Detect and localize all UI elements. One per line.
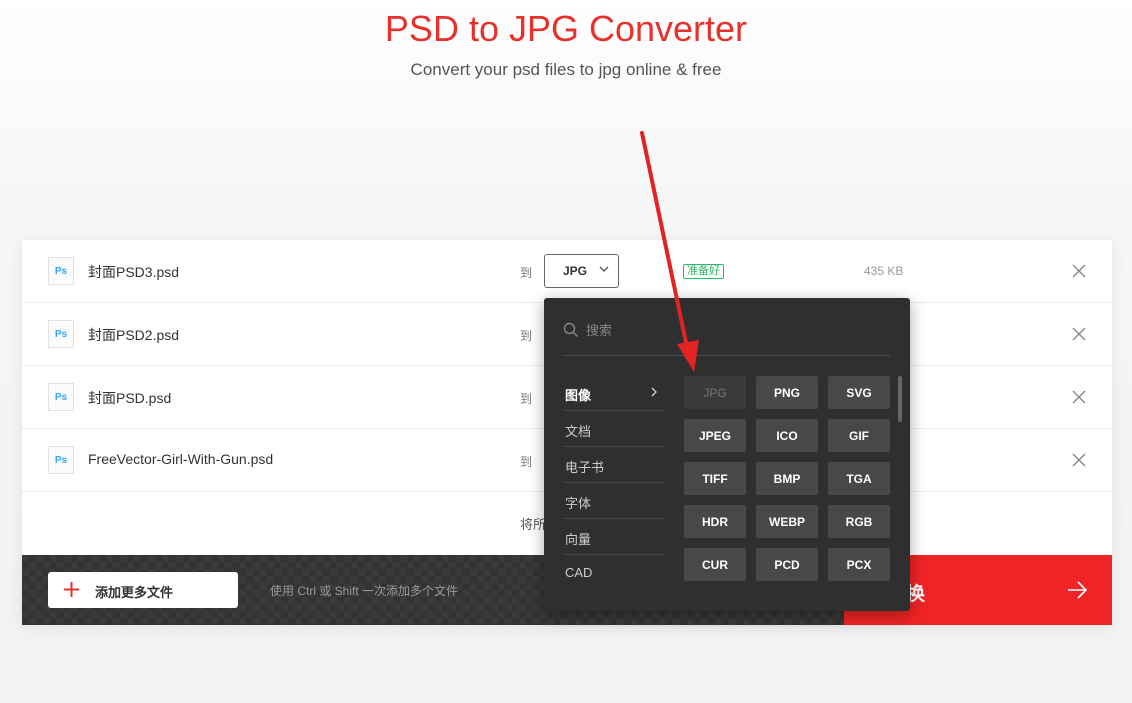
- add-files-button[interactable]: 添加更多文件: [48, 572, 238, 608]
- to-label: 到: [520, 329, 533, 343]
- photoshop-file-icon: Ps: [48, 383, 74, 411]
- file-size: 435 KB: [864, 264, 904, 278]
- dropdown-scrollbar[interactable]: [898, 376, 902, 422]
- format-option-pcd[interactable]: PCD: [756, 548, 818, 581]
- category-ebook[interactable]: 电子书: [563, 447, 664, 483]
- to-label: 到: [520, 266, 533, 280]
- close-icon[interactable]: [1071, 263, 1087, 279]
- category-label: 电子书: [565, 460, 605, 475]
- format-select[interactable]: JPG: [544, 254, 619, 288]
- convert-all-label: 将所: [520, 517, 547, 532]
- format-select-value: JPG: [563, 264, 588, 278]
- format-option-bmp[interactable]: BMP: [756, 462, 818, 495]
- format-dropdown: 图像 文档 电子书 字体 向量 CAD JPG PNG SVG JPEG ICO…: [544, 298, 910, 611]
- page-title: PSD to JPG Converter: [384, 8, 748, 49]
- to-label: 到: [520, 455, 533, 469]
- format-option-gif[interactable]: GIF: [828, 419, 890, 452]
- file-name: 封面PSD.psd: [88, 390, 172, 406]
- format-option-jpg: JPG: [684, 376, 746, 409]
- category-cad[interactable]: CAD: [563, 555, 664, 591]
- category-document[interactable]: 文档: [563, 411, 664, 447]
- arrow-right-icon: [1068, 581, 1088, 599]
- to-label: 到: [520, 392, 533, 406]
- category-font[interactable]: 字体: [563, 483, 664, 519]
- format-option-ico[interactable]: ICO: [756, 419, 818, 452]
- multi-select-hint: 使用 Ctrl 或 Shift 一次添加多个文件: [270, 584, 459, 598]
- category-label: 字体: [565, 496, 592, 511]
- format-option-jpeg[interactable]: JPEG: [684, 419, 746, 452]
- format-option-tga[interactable]: TGA: [828, 462, 890, 495]
- photoshop-file-icon: Ps: [48, 257, 74, 285]
- chevron-down-icon: [599, 266, 609, 272]
- file-row: Ps 封面PSD3.psd 到 JPG 准备好 435 KB: [22, 240, 1112, 303]
- category-image[interactable]: 图像: [563, 375, 664, 411]
- format-option-webp[interactable]: WEBP: [756, 505, 818, 538]
- add-files-label: 添加更多文件: [95, 585, 174, 600]
- format-search-input[interactable]: [586, 320, 886, 340]
- close-icon[interactable]: [1071, 326, 1087, 342]
- photoshop-file-icon: Ps: [48, 320, 74, 348]
- category-label: CAD: [565, 565, 593, 580]
- file-name: 封面PSD3.psd: [88, 264, 180, 280]
- file-name: 封面PSD2.psd: [88, 327, 180, 343]
- chevron-right-icon: [651, 387, 657, 397]
- category-label: 文档: [565, 424, 592, 439]
- close-icon[interactable]: [1071, 452, 1087, 468]
- status-badge: 准备好: [683, 264, 724, 279]
- format-option-cur[interactable]: CUR: [684, 548, 746, 581]
- category-label: 图像: [565, 388, 592, 403]
- category-vector[interactable]: 向量: [563, 519, 664, 555]
- file-name: FreeVector-Girl-With-Gun.psd: [88, 451, 274, 467]
- page-subtitle: Convert your psd files to jpg online & f…: [410, 60, 722, 79]
- plus-icon: [64, 582, 79, 597]
- format-option-svg[interactable]: SVG: [828, 376, 890, 409]
- divider: [563, 355, 890, 356]
- category-label: 向量: [565, 532, 592, 547]
- format-option-tiff[interactable]: TIFF: [684, 462, 746, 495]
- search-icon: [563, 322, 578, 337]
- close-icon[interactable]: [1071, 389, 1087, 405]
- format-option-rgb[interactable]: RGB: [828, 505, 890, 538]
- format-option-pcx[interactable]: PCX: [828, 548, 890, 581]
- format-option-hdr[interactable]: HDR: [684, 505, 746, 538]
- format-option-png[interactable]: PNG: [756, 376, 818, 409]
- photoshop-file-icon: Ps: [48, 446, 74, 474]
